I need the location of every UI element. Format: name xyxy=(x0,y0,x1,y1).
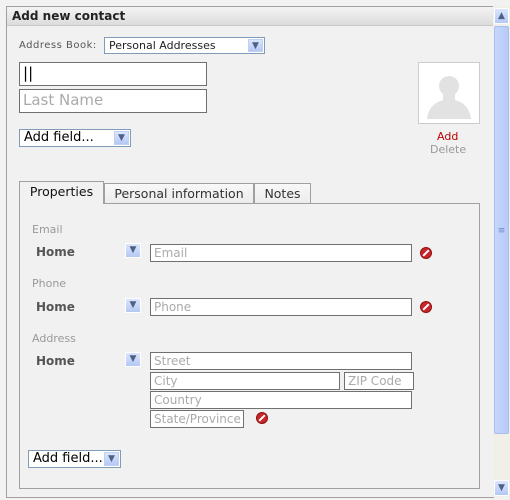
address-section-title: Address xyxy=(32,332,76,345)
chevron-down-icon: ▼ xyxy=(114,131,129,145)
state-input[interactable]: State/Province xyxy=(150,410,244,428)
add-field-select-top[interactable]: Add field... ▼ xyxy=(19,129,131,147)
email-type-label: Home xyxy=(36,245,75,259)
scroll-thumb[interactable]: ≡ xyxy=(494,26,509,434)
phone-type-dropdown[interactable]: ▼ xyxy=(125,298,141,313)
add-field-label: Add field... xyxy=(33,451,103,466)
phone-input[interactable]: Phone xyxy=(150,298,412,316)
remove-phone-icon[interactable] xyxy=(420,301,432,313)
address-book-value: Personal Addresses xyxy=(109,39,216,52)
tab-properties[interactable]: Properties xyxy=(19,181,104,204)
email-type-dropdown[interactable]: ▼ xyxy=(125,243,141,258)
last-name-input[interactable]: Last Name xyxy=(19,89,207,113)
address-book-label: Address Book: xyxy=(19,40,97,51)
phone-type-label: Home xyxy=(36,300,75,314)
tab-notes[interactable]: Notes xyxy=(254,183,311,203)
phone-section-title: Phone xyxy=(32,277,67,290)
street-input[interactable]: Street xyxy=(150,352,412,370)
add-field-label: Add field... xyxy=(24,130,94,145)
panel-title: Add new contact xyxy=(7,7,493,26)
address-book-select[interactable]: Personal Addresses ▼ xyxy=(104,37,265,54)
city-input[interactable]: City xyxy=(150,372,340,390)
first-name-input[interactable]: || xyxy=(19,62,207,86)
tab-personal-information[interactable]: Personal information xyxy=(104,183,254,203)
zip-input[interactable]: ZIP Code xyxy=(344,372,414,390)
vertical-scrollbar[interactable]: ▲ ≡ ▼ xyxy=(493,6,510,497)
contact-photo xyxy=(418,62,480,124)
address-type-label: Home xyxy=(36,354,75,368)
email-section-title: Email xyxy=(32,223,63,236)
add-field-select-bottom[interactable]: Add field... ▼ xyxy=(28,450,121,468)
chevron-down-icon: ▼ xyxy=(104,452,119,466)
address-type-dropdown[interactable]: ▼ xyxy=(125,352,141,367)
remove-address-icon[interactable] xyxy=(256,412,268,424)
scroll-down-button[interactable]: ▼ xyxy=(494,480,509,496)
country-input[interactable]: Country xyxy=(150,391,412,409)
chevron-down-icon: ▼ xyxy=(248,39,263,52)
remove-email-icon[interactable] xyxy=(420,247,432,259)
add-photo-link[interactable]: Add xyxy=(437,130,458,143)
person-silhouette-icon xyxy=(427,76,471,119)
delete-photo-link[interactable]: Delete xyxy=(430,143,466,156)
email-input[interactable]: Email xyxy=(150,244,412,262)
scroll-up-button[interactable]: ▲ xyxy=(494,8,509,24)
